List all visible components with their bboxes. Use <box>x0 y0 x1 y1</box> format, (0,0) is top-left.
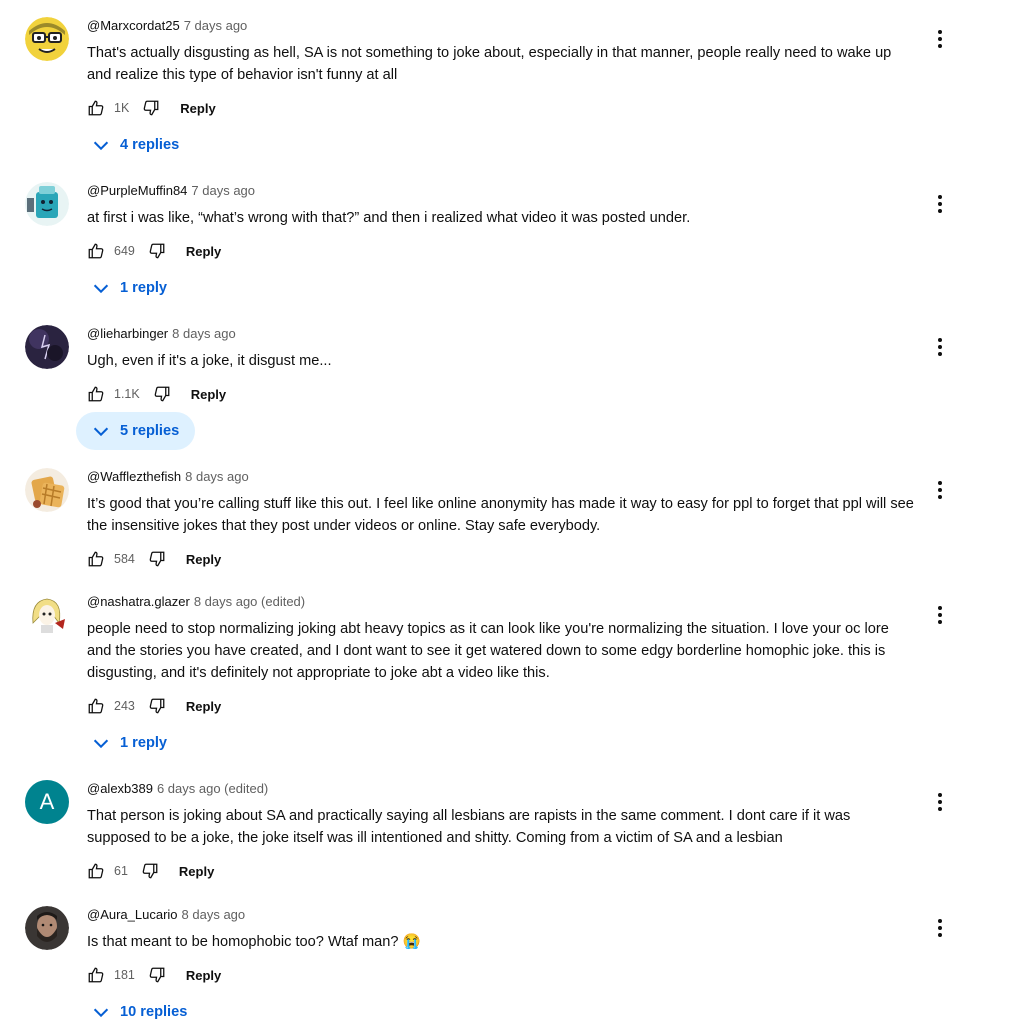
thumbs-down-icon[interactable] <box>148 697 166 715</box>
comment-author[interactable]: @Marxcordat25 <box>87 18 180 33</box>
chevron-down-icon <box>90 134 112 156</box>
comment-actions: 1.1K Reply <box>87 378 917 410</box>
blonde-character-avatar-icon <box>25 593 69 637</box>
replies-count: 5 replies <box>120 423 180 439</box>
reply-button[interactable]: Reply <box>186 699 221 714</box>
comment-text: That's actually disgusting as hell, SA i… <box>87 45 892 83</box>
teal-character-avatar-icon <box>25 182 69 226</box>
replies-count: 1 reply <box>120 280 168 296</box>
more-options-icon[interactable] <box>929 604 951 626</box>
comment-actions: 181 Reply <box>87 959 917 991</box>
comment-author[interactable]: @alexb389 <box>87 781 153 796</box>
reply-button[interactable]: Reply <box>180 101 215 116</box>
waffle-avatar-icon <box>25 468 69 512</box>
replies-count: 1 reply <box>120 735 168 751</box>
comment-author[interactable]: @nashatra.glazer <box>87 594 190 609</box>
more-options-icon[interactable] <box>929 28 951 50</box>
like-count: 1.1K <box>114 387 140 401</box>
avatar[interactable] <box>25 906 69 950</box>
like-count: 61 <box>114 864 128 878</box>
avatar[interactable] <box>25 593 69 637</box>
thumbs-up-icon[interactable] <box>87 862 105 880</box>
comment-author[interactable]: @PurpleMuffin84 <box>87 183 187 198</box>
thumbs-up-icon[interactable] <box>87 697 105 715</box>
comment-time[interactable]: 7 days ago <box>191 183 255 198</box>
dark-purple-avatar-icon <box>25 325 69 369</box>
more-options-icon[interactable] <box>929 336 951 358</box>
comment-text: Is that meant to be homophobic too? Wtaf… <box>87 934 421 950</box>
bearded-man-avatar-icon <box>25 906 69 950</box>
replies-count: 10 replies <box>120 1004 188 1020</box>
glasses-character-avatar-icon <box>25 17 69 61</box>
thumbs-up-icon[interactable] <box>87 966 105 984</box>
thumbs-down-icon[interactable] <box>148 242 166 260</box>
comment-text: at first i was like, “what’s wrong with … <box>87 210 691 226</box>
thumbs-down-icon[interactable] <box>153 385 171 403</box>
avatar[interactable]: A <box>25 780 69 824</box>
comment-time[interactable]: 6 days ago (edited) <box>157 781 268 796</box>
thumbs-up-icon[interactable] <box>87 242 105 260</box>
comment-time[interactable]: 8 days ago <box>172 326 236 341</box>
avatar[interactable] <box>25 468 69 512</box>
avatar[interactable] <box>25 325 69 369</box>
comment-text: people need to stop normalizing joking a… <box>87 621 889 681</box>
comment-actions: 1K Reply <box>87 92 917 124</box>
comment-actions: 649 Reply <box>87 235 917 267</box>
like-count: 649 <box>114 244 135 258</box>
reply-button[interactable]: Reply <box>186 244 221 259</box>
like-count: 243 <box>114 699 135 713</box>
comment-text: Ugh, even if it's a joke, it disgust me.… <box>87 353 332 369</box>
comment-actions: 243 Reply <box>87 690 917 722</box>
like-count: 181 <box>114 968 135 982</box>
thumbs-up-icon[interactable] <box>87 385 105 403</box>
reply-button[interactable]: Reply <box>186 552 221 567</box>
thumbs-down-icon[interactable] <box>148 550 166 568</box>
thumbs-down-icon[interactable] <box>141 862 159 880</box>
chevron-down-icon <box>90 420 112 442</box>
replies-toggle[interactable]: 1 reply <box>76 724 183 762</box>
more-options-icon[interactable] <box>929 193 951 215</box>
thumbs-down-icon[interactable] <box>148 966 166 984</box>
avatar-letter: A <box>39 789 55 814</box>
thumbs-up-icon[interactable] <box>87 550 105 568</box>
comment-actions: 61 Reply <box>87 855 917 887</box>
comment-text: That person is joking about SA and pract… <box>87 808 851 846</box>
comment-text: It’s good that you’re calling stuff like… <box>87 496 914 534</box>
more-options-icon[interactable] <box>929 479 951 501</box>
comment-author[interactable]: @Wafflezthefish <box>87 469 181 484</box>
thumbs-up-icon[interactable] <box>87 99 105 117</box>
avatar[interactable] <box>25 182 69 226</box>
comment-time[interactable]: 8 days ago (edited) <box>194 594 305 609</box>
replies-toggle[interactable]: 1 reply <box>76 269 183 307</box>
thumbs-down-icon[interactable] <box>142 99 160 117</box>
comment-actions: 584 Reply <box>87 543 917 575</box>
replies-toggle[interactable]: 4 replies <box>76 126 195 164</box>
replies-toggle[interactable]: 10 replies <box>76 993 203 1031</box>
comment-author[interactable]: @Aura_Lucario <box>87 907 178 922</box>
like-count: 1K <box>114 101 130 115</box>
more-options-icon[interactable] <box>929 917 951 939</box>
comment-time[interactable]: 8 days ago <box>182 907 246 922</box>
replies-toggle[interactable]: 5 replies <box>76 412 196 450</box>
reply-button[interactable]: Reply <box>179 864 214 879</box>
reply-button[interactable]: Reply <box>191 387 226 402</box>
reply-button[interactable]: Reply <box>186 968 221 983</box>
comment-author[interactable]: @lieharbinger <box>87 326 168 341</box>
more-options-icon[interactable] <box>929 791 951 813</box>
comment-time[interactable]: 8 days ago <box>185 469 249 484</box>
comment-time[interactable]: 7 days ago <box>184 18 248 33</box>
chevron-down-icon <box>90 1001 112 1023</box>
chevron-down-icon <box>90 732 112 754</box>
chevron-down-icon <box>90 277 112 299</box>
replies-count: 4 replies <box>120 137 180 153</box>
avatar[interactable] <box>25 17 69 61</box>
like-count: 584 <box>114 552 135 566</box>
